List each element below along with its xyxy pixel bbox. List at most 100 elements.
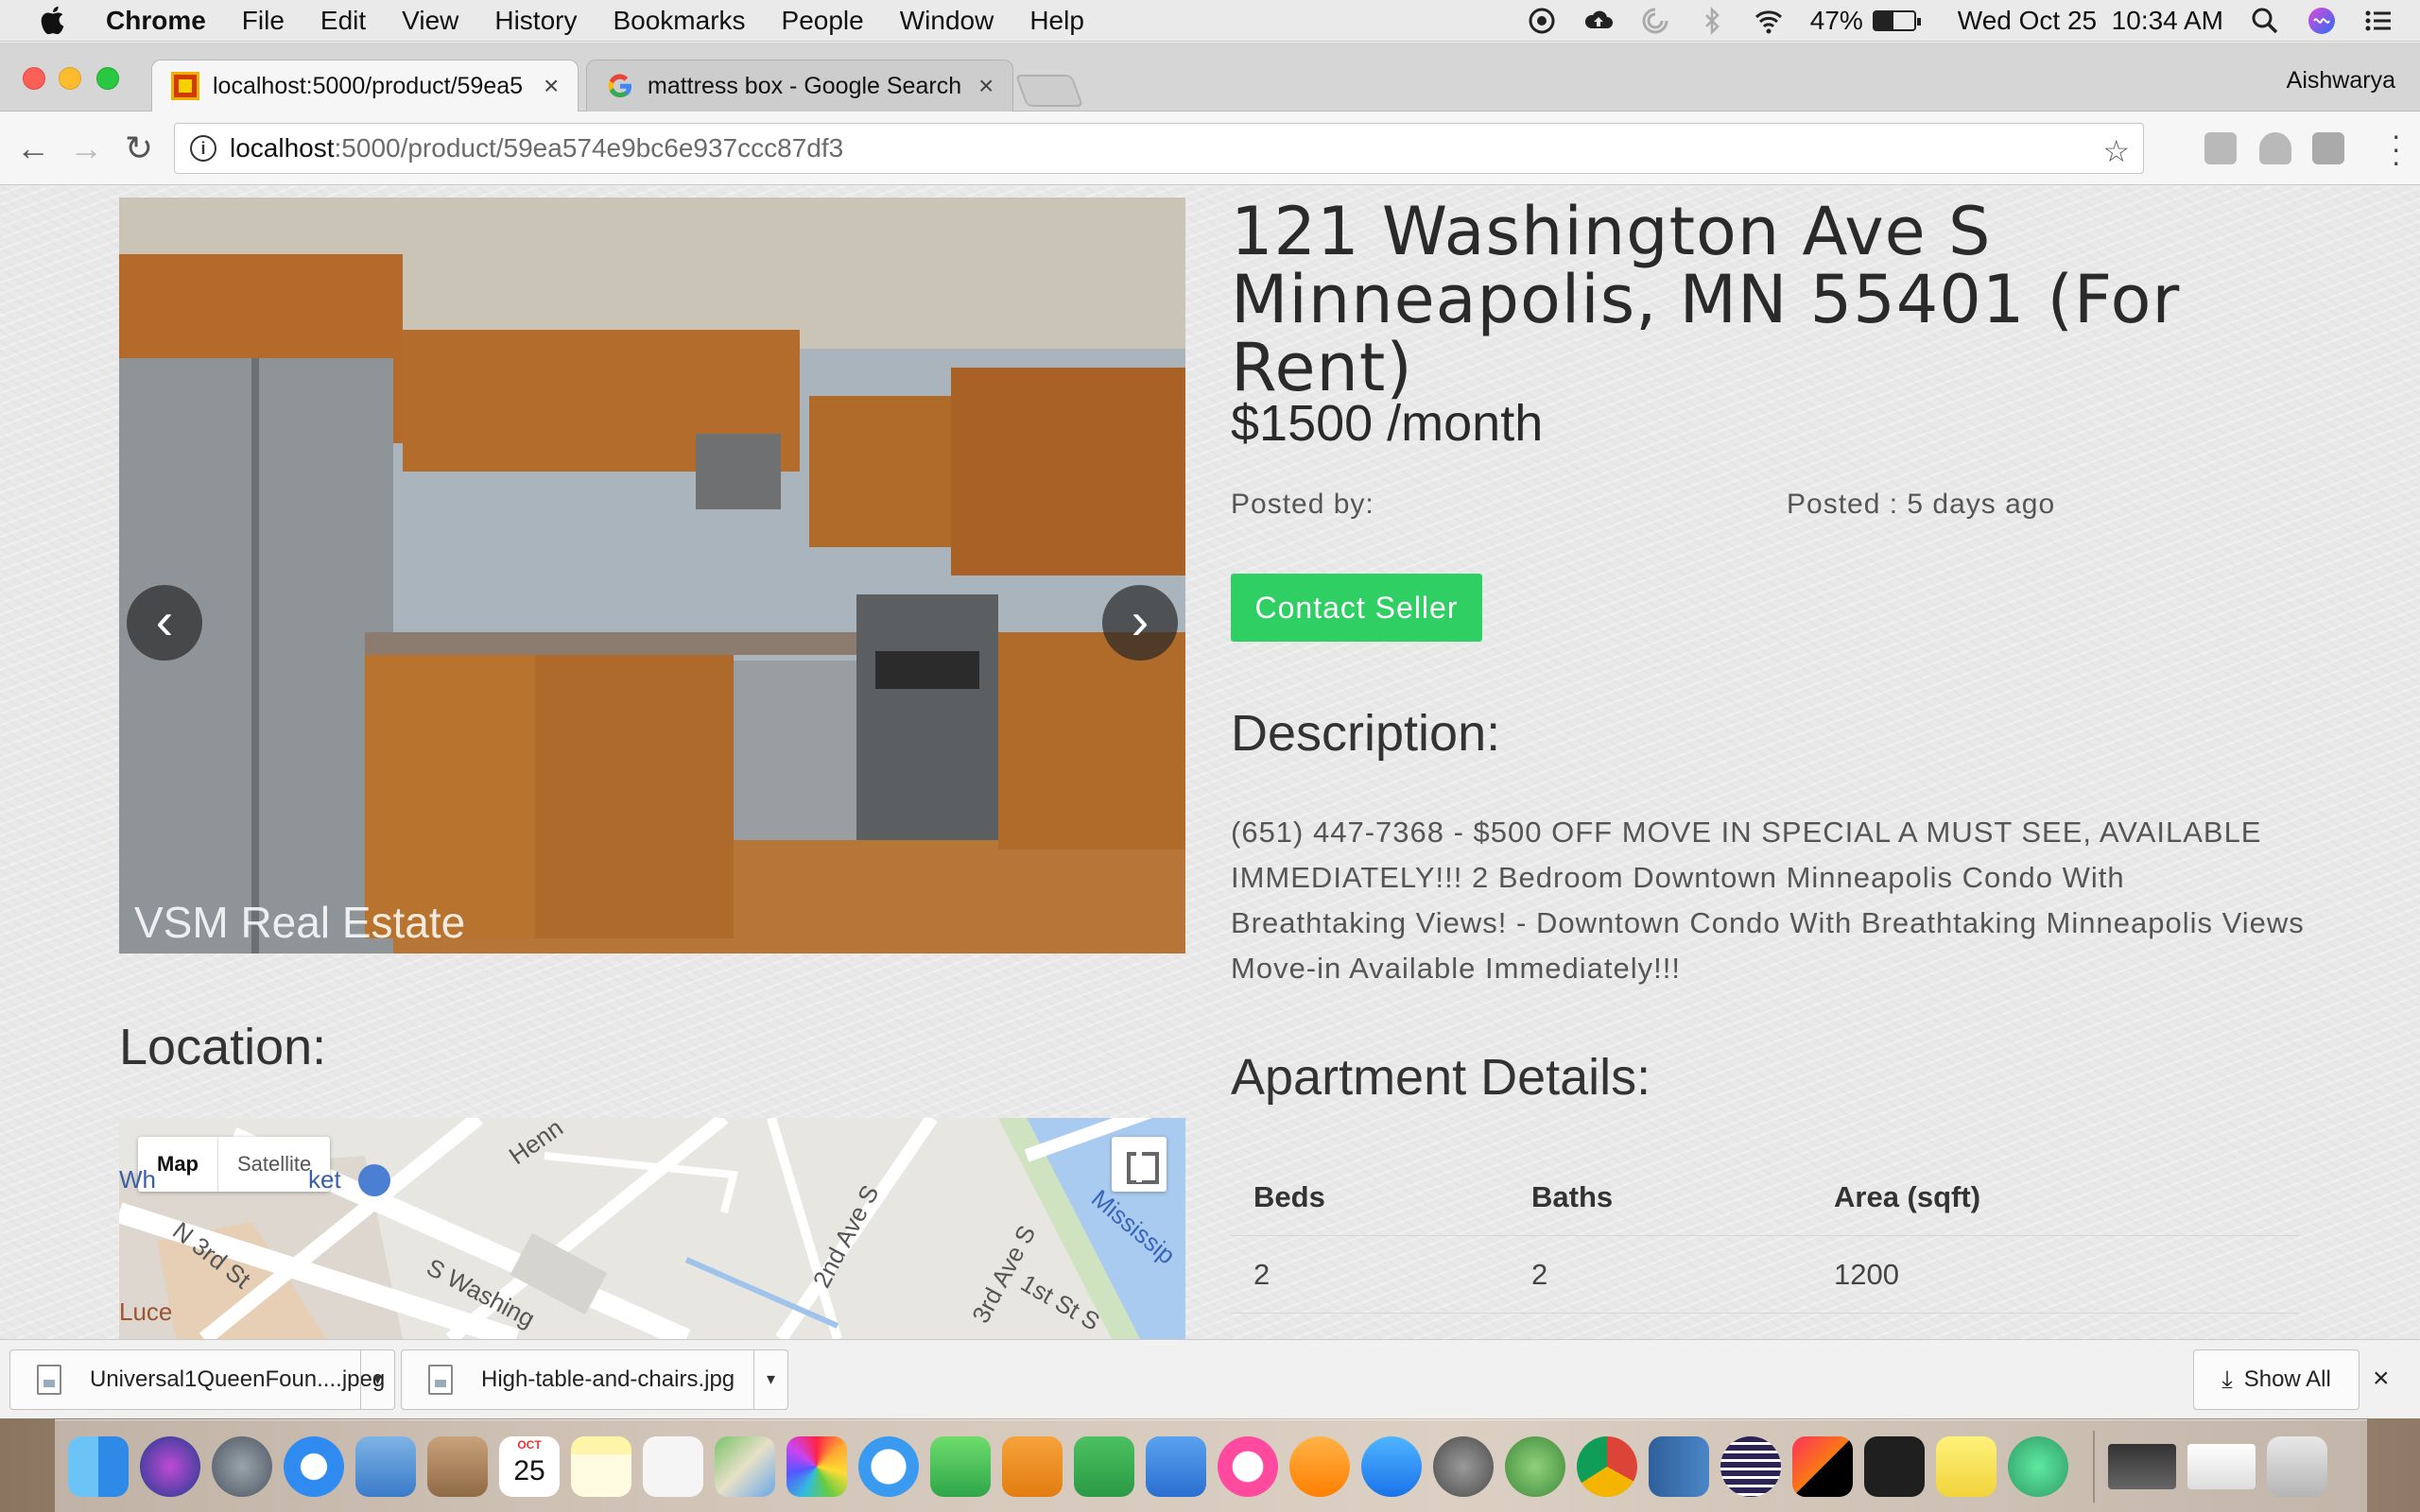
image-file-icon <box>428 1365 453 1395</box>
table-row: 2 2 1200 <box>1231 1235 2299 1314</box>
window-close-button[interactable] <box>23 67 45 90</box>
photo-watermark: VSM Real Estate <box>134 898 466 947</box>
dock: OCT 25 <box>55 1419 2367 1512</box>
window-minimize-button[interactable] <box>59 67 81 90</box>
battery-icon[interactable] <box>1872 10 1921 31</box>
android-studio-icon[interactable] <box>1505 1435 1565 1497</box>
profile-name[interactable]: Aishwarya <box>2287 67 2395 94</box>
close-tab-icon[interactable]: × <box>544 71 559 101</box>
dock-separator <box>2093 1430 2095 1503</box>
menubar-clock[interactable]: Wed Oct 25 10:34 AM <box>1958 6 2223 36</box>
contacts-icon[interactable] <box>427 1435 488 1497</box>
facetime-icon[interactable] <box>930 1435 991 1497</box>
show-all-label: Show All <box>2243 1366 2331 1392</box>
location-map[interactable]: Map Satellite Henn ket N 3rd St S Washin… <box>119 1118 1185 1339</box>
map-poi-label: Wh <box>119 1165 156 1194</box>
bluetooth-icon[interactable] <box>1697 6 1727 36</box>
reload-button[interactable]: ↻ <box>121 130 157 166</box>
minimized-window-icon[interactable] <box>2187 1443 2256 1489</box>
menu-help[interactable]: Help <box>1029 6 1084 36</box>
spotlight-search-icon[interactable] <box>2250 6 2280 36</box>
posted-by-label: Posted by: <box>1231 489 1374 520</box>
forward-button[interactable]: → <box>68 130 104 166</box>
eye-icon[interactable] <box>1527 6 1557 36</box>
photo-carousel[interactable]: ‹ › VSM Real Estate <box>119 198 1185 954</box>
macos-menu-bar: Chrome File Edit View History Bookmarks … <box>0 0 2420 42</box>
battery-percent: 47% <box>1809 6 1863 35</box>
show-all-downloads-button[interactable]: ⤓ Show All <box>2193 1349 2360 1410</box>
download-item[interactable]: High-table-and-chairs.jpg ▾ <box>401 1349 788 1410</box>
trash-icon[interactable] <box>2267 1435 2327 1497</box>
extension-3-icon[interactable] <box>2312 132 2344 164</box>
pages-icon[interactable] <box>1002 1435 1063 1497</box>
siri-icon[interactable] <box>140 1435 200 1497</box>
chrome-icon[interactable] <box>1577 1435 1637 1497</box>
intellij-icon[interactable] <box>1792 1435 1853 1497</box>
wifi-icon[interactable] <box>1754 6 1784 36</box>
download-options-caret[interactable]: ▾ <box>753 1350 787 1409</box>
back-button[interactable]: ← <box>15 130 51 166</box>
notification-center-icon[interactable] <box>2363 6 2394 36</box>
launchpad-icon[interactable] <box>212 1435 272 1497</box>
carousel-next-button[interactable]: › <box>1102 585 1178 661</box>
new-tab-button[interactable] <box>1014 75 1084 107</box>
map-fullscreen-button[interactable] <box>1112 1137 1167 1192</box>
map-type-control: Map Satellite <box>138 1137 331 1192</box>
close-download-shelf-button[interactable]: × <box>2373 1363 2390 1395</box>
apple-menu-icon[interactable] <box>38 5 68 37</box>
browser-toolbar: ← → ↻ i localhost:5000/product/59ea574e9… <box>0 112 2420 185</box>
stickies-icon[interactable] <box>1936 1435 1996 1497</box>
notebook-icon[interactable] <box>1649 1435 1709 1497</box>
menu-window[interactable]: Window <box>900 6 994 36</box>
contact-seller-button[interactable]: Contact Seller <box>1231 574 1482 642</box>
extension-2-icon[interactable] <box>2259 132 2291 164</box>
eclipse-icon[interactable] <box>1720 1435 1781 1497</box>
messages-icon[interactable] <box>858 1435 919 1497</box>
site-info-icon[interactable]: i <box>190 135 216 162</box>
calendar-icon[interactable]: OCT 25 <box>499 1435 560 1497</box>
tab-google-search[interactable]: mattress box - Google Search × <box>586 60 1013 112</box>
numbers-icon[interactable] <box>1074 1435 1134 1497</box>
system-preferences-icon[interactable] <box>1433 1435 1494 1497</box>
column-header-area: Area (sqft) <box>1811 1160 2299 1236</box>
menu-file[interactable]: File <box>242 6 285 36</box>
cloud-upload-icon[interactable] <box>1583 6 1614 36</box>
sync-icon[interactable] <box>1640 6 1670 36</box>
app-store-icon[interactable] <box>1361 1435 1422 1497</box>
itunes-icon[interactable] <box>1218 1435 1278 1497</box>
menu-people[interactable]: People <box>782 6 864 36</box>
menu-edit[interactable]: Edit <box>320 6 366 36</box>
menu-app-chrome[interactable]: Chrome <box>106 6 206 36</box>
carousel-prev-button[interactable]: ‹ <box>127 585 202 661</box>
bookmark-star-icon[interactable]: ☆ <box>2102 133 2130 169</box>
download-options-caret[interactable]: ▾ <box>360 1350 394 1409</box>
mail-icon[interactable] <box>355 1435 416 1497</box>
reminders-icon[interactable] <box>643 1435 703 1497</box>
siri-icon[interactable] <box>2307 6 2337 36</box>
close-tab-icon[interactable]: × <box>978 71 994 101</box>
terminal-icon[interactable] <box>1864 1435 1925 1497</box>
ibooks-icon[interactable] <box>1289 1435 1350 1497</box>
minimized-window-icon[interactable] <box>2108 1443 2176 1489</box>
url-host: localhost <box>230 133 335 163</box>
maps-icon[interactable] <box>715 1435 775 1497</box>
table-header-row: Beds Baths Area (sqft) <box>1231 1160 2299 1236</box>
window-zoom-button[interactable] <box>96 67 119 90</box>
keynote-icon[interactable] <box>1146 1435 1206 1497</box>
extension-1-icon[interactable] <box>2204 132 2237 164</box>
tab-strip: localhost:5000/product/59ea5 × mattress … <box>0 43 2420 112</box>
safari-icon[interactable] <box>284 1435 344 1497</box>
kitchen-photo <box>119 198 1185 954</box>
chrome-menu-icon[interactable]: · · · <box>2391 120 2401 177</box>
tab-localhost-product[interactable]: localhost:5000/product/59ea5 × <box>151 60 579 112</box>
site-favicon-icon <box>171 72 199 100</box>
menu-bookmarks[interactable]: Bookmarks <box>613 6 745 36</box>
notes-icon[interactable] <box>571 1435 631 1497</box>
download-item[interactable]: Universal1QueenFoun....jpeg ▾ <box>9 1349 395 1410</box>
address-bar[interactable]: i localhost:5000/product/59ea574e9bc6e93… <box>174 123 2144 174</box>
finder-icon[interactable] <box>68 1435 129 1497</box>
menu-history[interactable]: History <box>494 6 577 36</box>
atom-icon[interactable] <box>2008 1435 2068 1497</box>
photos-icon[interactable] <box>786 1435 847 1497</box>
menu-view[interactable]: View <box>402 6 458 36</box>
